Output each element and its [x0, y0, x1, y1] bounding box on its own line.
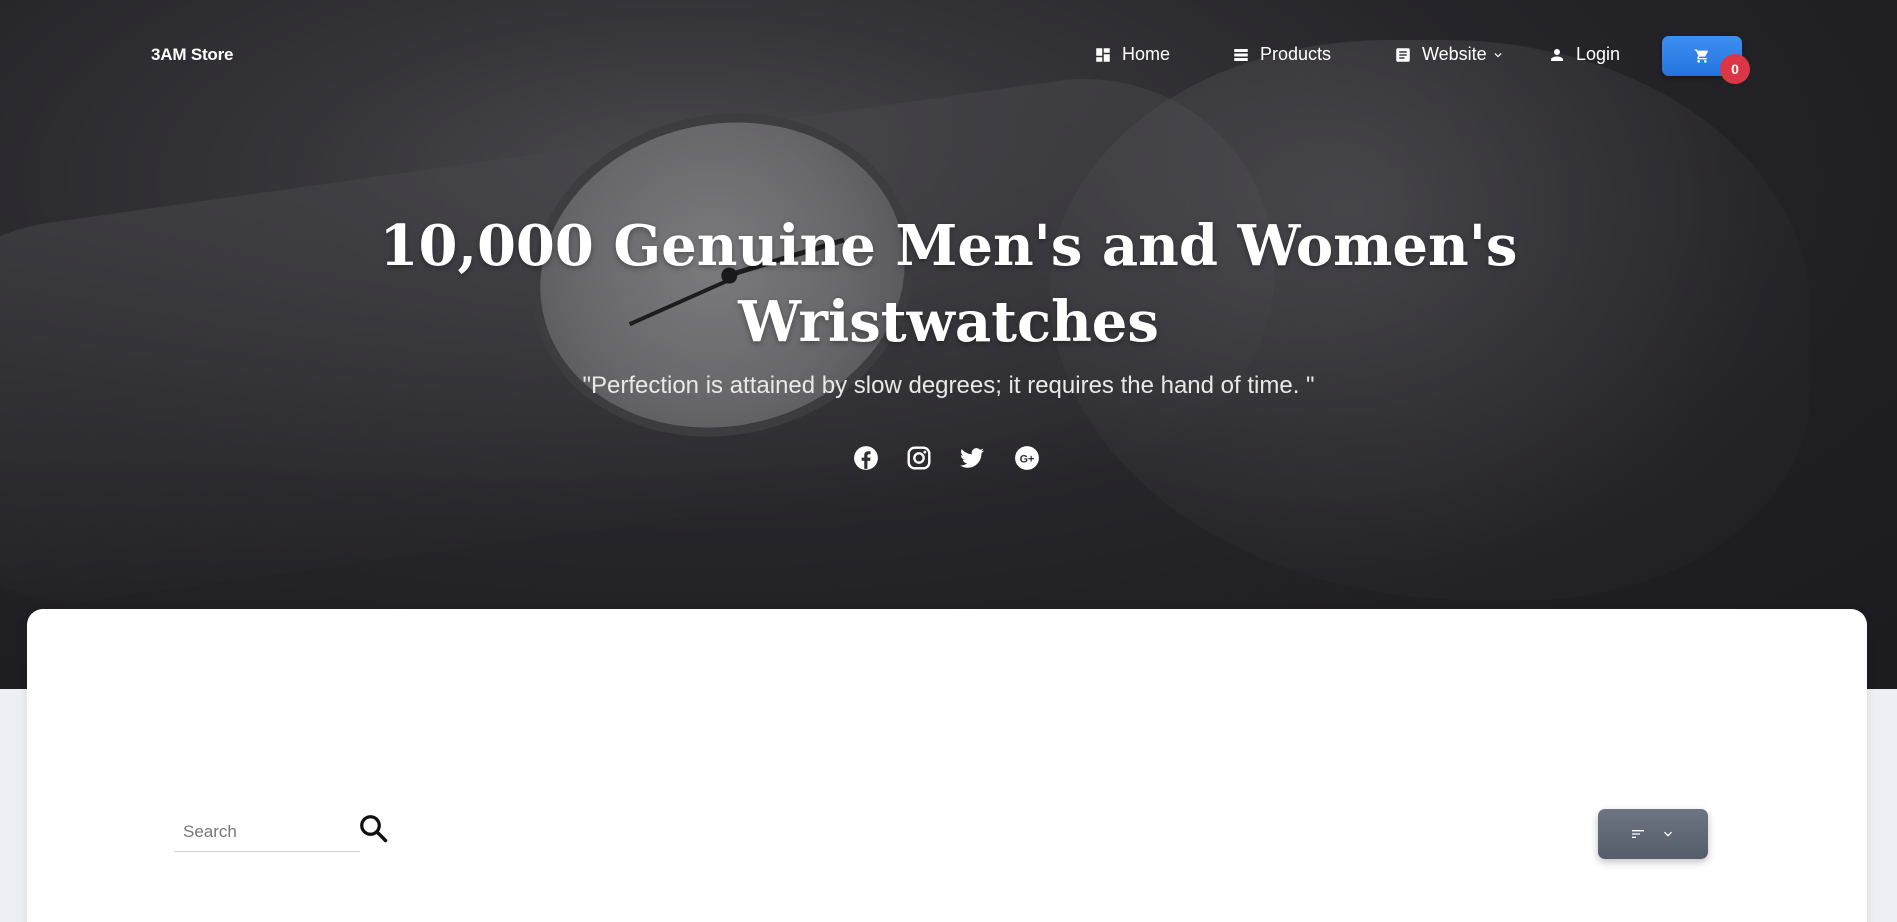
- hero-quote: "Perfection is attained by slow degrees;…: [582, 372, 1315, 399]
- facebook-link[interactable]: [851, 443, 881, 473]
- chevron-down-icon: [1664, 831, 1672, 837]
- search-button[interactable]: [358, 813, 388, 843]
- products-list-icon: [1234, 48, 1248, 61]
- search-input[interactable]: [174, 812, 360, 851]
- search-field[interactable]: [174, 812, 360, 852]
- nav-item-website[interactable]: Website: [1394, 44, 1505, 65]
- nav-item-products[interactable]: Products: [1232, 44, 1331, 65]
- twitter-icon: [960, 448, 984, 468]
- svg-text:G+: G+: [1020, 453, 1035, 465]
- nav-item-label: Login: [1576, 44, 1621, 64]
- brand-logo[interactable]: 3AM Store: [151, 45, 233, 65]
- nav-item-login[interactable]: Login: [1548, 44, 1620, 65]
- nav-item-home[interactable]: Home: [1094, 44, 1170, 65]
- document-icon: [1396, 47, 1410, 62]
- facebook-icon: [854, 446, 878, 470]
- search-icon: [360, 815, 388, 843]
- cart-icon: [1694, 49, 1708, 63]
- cart-count-badge: 0: [1720, 54, 1750, 84]
- user-icon: [1551, 48, 1563, 61]
- sort-dropdown-button[interactable]: [1598, 809, 1708, 859]
- dashboard-icon: [1096, 47, 1110, 62]
- twitter-link[interactable]: [957, 443, 987, 473]
- hero-title-line1: 10,000 Genuine Men's and Women's: [379, 213, 1518, 279]
- hero-title: 10,000 Genuine Men's and Women's Wristwa…: [0, 208, 1897, 360]
- nav-item-label: Website: [1422, 44, 1487, 64]
- hero-title-line2: Wristwatches: [738, 289, 1159, 355]
- google-plus-icon: G+: [1015, 446, 1039, 470]
- instagram-link[interactable]: [904, 443, 934, 473]
- sort-icon: [1632, 830, 1644, 838]
- chevron-down-icon: [1494, 52, 1502, 57]
- google-plus-link[interactable]: G+: [1012, 443, 1042, 473]
- nav-item-label: Home: [1122, 44, 1171, 64]
- instagram-icon: [907, 446, 931, 470]
- content-card: [27, 609, 1867, 922]
- nav-item-label: Products: [1260, 44, 1332, 64]
